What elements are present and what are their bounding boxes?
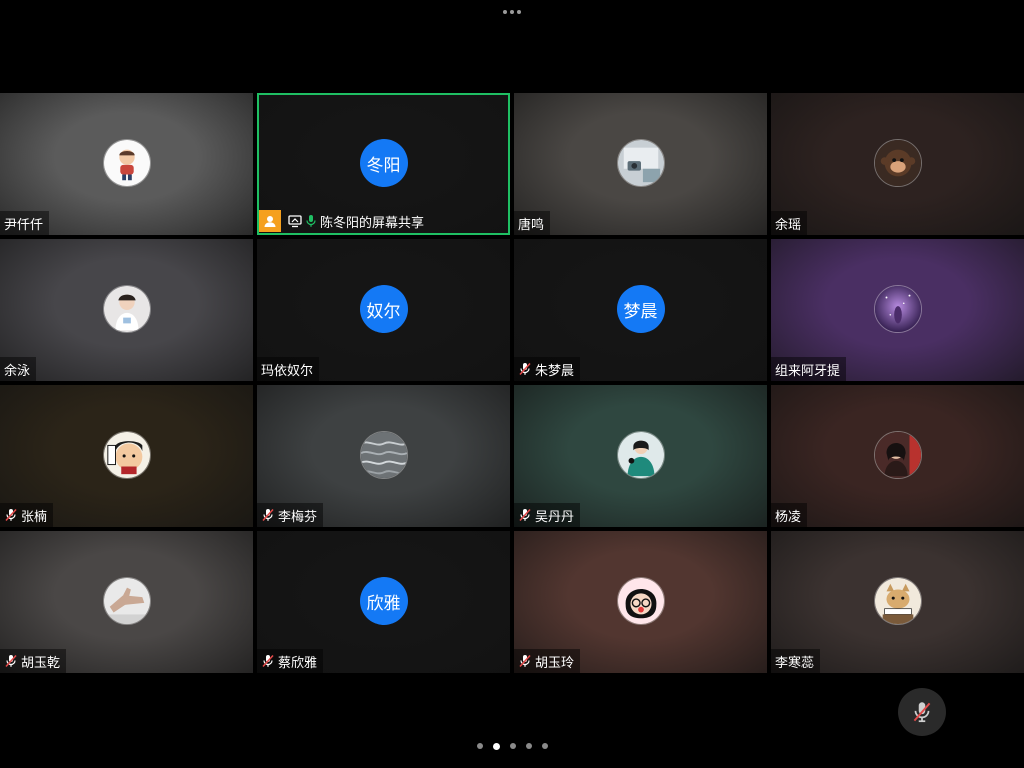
participant-tile[interactable]: 张楠 (0, 385, 253, 527)
avatar (873, 431, 922, 479)
participant-label: 尹仟仟 (0, 211, 50, 235)
more-dots-icon (503, 10, 507, 14)
participant-name: 玛依奴尔 (261, 363, 314, 379)
participant-tile[interactable]: 组来阿牙提 (771, 239, 1024, 381)
participant-name: 吴丹丹 (535, 509, 575, 525)
mic-muted-icon (261, 654, 275, 668)
avatar (873, 285, 922, 333)
participant-name: 杨凌 (775, 509, 802, 525)
participant-label: 余瑶 (771, 211, 808, 235)
avatar-initials: 冬阳 (359, 139, 408, 187)
mic-on-icon (305, 214, 317, 228)
mic-muted-icon (261, 508, 275, 522)
participant-tile[interactable]: 胡玉乾 (0, 531, 253, 673)
host-icon (259, 210, 281, 232)
participant-label: 张楠 (0, 503, 54, 527)
participant-name: 李寒蕊 (775, 655, 815, 671)
participant-name: 尹仟仟 (4, 217, 44, 233)
participant-label: 陈冬阳的屏幕共享 (259, 209, 430, 233)
participant-label: 杨凌 (771, 503, 808, 527)
avatar (102, 431, 151, 479)
page-indicator (470, 742, 554, 750)
screen-share-icon (288, 214, 302, 228)
mic-off-icon (909, 699, 935, 725)
avatar-initials: 梦晨 (616, 285, 665, 333)
participant-tile[interactable]: 尹仟仟 (0, 93, 253, 235)
avatar (616, 431, 665, 479)
participant-name: 余泳 (4, 363, 31, 379)
participant-tile[interactable]: 余瑶 (771, 93, 1024, 235)
participant-label: 余泳 (0, 357, 37, 381)
participant-tile[interactable]: 吴丹丹 (514, 385, 767, 527)
participant-label: 蔡欣雅 (257, 649, 324, 673)
avatar-initials: 欣雅 (359, 577, 408, 625)
avatar (873, 577, 922, 625)
avatar (359, 431, 408, 479)
mic-muted-icon (4, 654, 18, 668)
participant-tile[interactable]: 李梅芬 (257, 385, 510, 527)
participant-grid: 尹仟仟 冬阳 陈冬阳的屏幕共享 唐鸣 余瑶 余泳 奴尔 玛依奴尔 梦晨 朱梦晨 组来阿牙提 张楠 李梅芬… (0, 93, 1024, 675)
avatar-initials: 奴尔 (359, 285, 408, 333)
participant-tile[interactable]: 奴尔玛依奴尔 (257, 239, 510, 381)
mic-muted-icon (518, 508, 532, 522)
participant-label: 唐鸣 (514, 211, 551, 235)
page-dot[interactable] (541, 743, 548, 749)
participant-name: 蔡欣雅 (278, 655, 318, 671)
mute-toggle-button[interactable] (898, 688, 946, 736)
participant-label: 吴丹丹 (514, 503, 581, 527)
more-options-button[interactable] (498, 6, 526, 18)
participant-tile[interactable]: 欣雅蔡欣雅 (257, 531, 510, 673)
participant-label: 李梅芬 (257, 503, 324, 527)
participant-label: 玛依奴尔 (257, 357, 320, 381)
participant-label: 李寒蕊 (771, 649, 821, 673)
participant-tile[interactable]: 唐鸣 (514, 93, 767, 235)
more-dot (510, 10, 514, 14)
participant-label: 组来阿牙提 (771, 357, 847, 381)
participant-name: 胡玉玲 (535, 655, 575, 671)
avatar (873, 139, 922, 187)
participant-name: 唐鸣 (518, 217, 545, 233)
participant-name: 朱梦晨 (535, 363, 575, 379)
avatar (102, 285, 151, 333)
page-dot[interactable] (476, 743, 483, 749)
avatar (102, 577, 151, 625)
participant-name: 组来阿牙提 (775, 363, 841, 379)
mic-muted-icon (4, 508, 18, 522)
meeting-screen: 尹仟仟 冬阳 陈冬阳的屏幕共享 唐鸣 余瑶 余泳 奴尔 玛依奴尔 梦晨 朱梦晨 组来阿牙提 张楠 李梅芬… (0, 0, 1024, 768)
page-dot[interactable] (525, 743, 532, 749)
avatar (616, 139, 665, 187)
participant-name: 余瑶 (775, 217, 802, 233)
participant-label: 朱梦晨 (514, 357, 581, 381)
participant-label: 胡玉玲 (514, 649, 581, 673)
avatar (102, 139, 151, 187)
page-dot[interactable] (509, 743, 516, 749)
participant-name: 李梅芬 (278, 509, 318, 525)
participant-name: 张楠 (21, 509, 48, 525)
participant-tile[interactable]: 李寒蕊 (771, 531, 1024, 673)
participant-label: 胡玉乾 (0, 649, 67, 673)
avatar (616, 577, 665, 625)
participant-tile[interactable]: 胡玉玲 (514, 531, 767, 673)
mic-muted-icon (518, 654, 532, 668)
participant-name: 胡玉乾 (21, 655, 61, 671)
participant-tile[interactable]: 杨凌 (771, 385, 1024, 527)
participant-tile[interactable]: 余泳 (0, 239, 253, 381)
participant-tile[interactable]: 梦晨朱梦晨 (514, 239, 767, 381)
participant-name: 陈冬阳的屏幕共享 (320, 215, 425, 231)
page-dot[interactable] (492, 742, 500, 750)
participant-tile[interactable]: 冬阳陈冬阳的屏幕共享 (257, 93, 510, 235)
more-dot (517, 10, 521, 14)
mic-muted-icon (518, 362, 532, 376)
